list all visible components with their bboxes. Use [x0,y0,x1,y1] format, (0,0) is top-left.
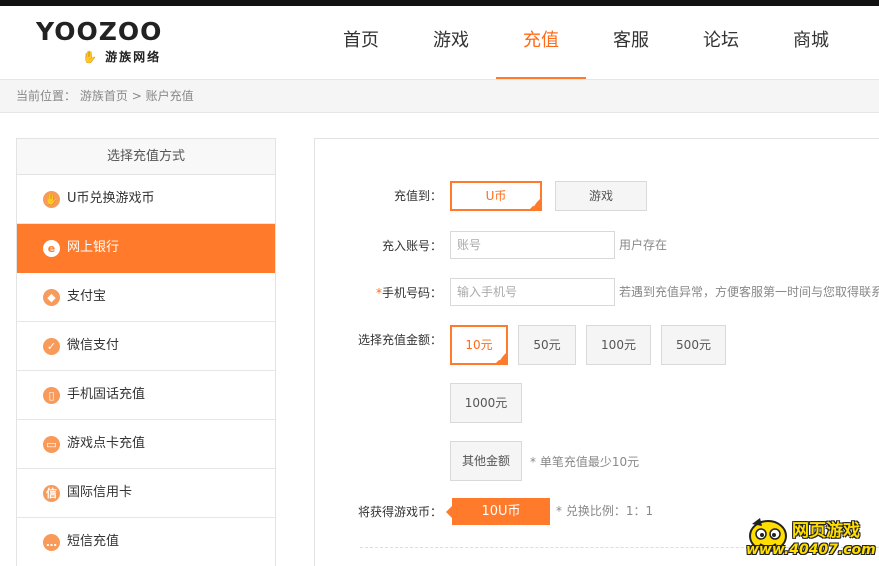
sidebar-item-label: 游戏点卡充值 [67,436,146,451]
account-input[interactable] [450,231,615,259]
card-icon: ▭ [43,436,60,453]
credit-icon: 信 [43,485,60,502]
sidebar-item-label: 网上银行 [67,240,120,255]
target-ucoin-option[interactable]: U币 ✓ [450,181,542,211]
hand-icon: ✋ [43,191,60,208]
sidebar-item-label: 支付宝 [67,289,107,304]
amount-10-option[interactable]: 10元 ✓ [450,325,508,365]
sidebar-item-label: 微信支付 [67,338,120,353]
payment-method-sidebar: 选择充值方式 ✋ U币兑换游戏币 e 网上银行 ◆ 支付宝 ✓ 微信支付 ▯ 手… [16,138,276,566]
sidebar-item-credit-card[interactable]: 信 国际信用卡 [17,469,275,518]
phone-label: *手机号码： [375,286,442,300]
breadcrumb: 当前位置： 游族首页 > 账户充值 [16,89,194,103]
sidebar-item-ucoin-exchange[interactable]: ✋ U币兑换游戏币 [17,175,275,224]
ebank-icon: e [43,240,60,257]
account-label: 充入账号： [381,239,442,253]
yoozoo-logo[interactable]: YOOZOO ✋ 游族网络 [36,17,163,65]
sidebar-item-label: U币兑换游戏币 [67,191,155,206]
breadcrumb-current: 账户充值 [145,89,194,103]
amount-1000-option[interactable]: 1000元 [450,383,522,423]
sidebar-item-label: 国际信用卡 [67,485,133,500]
amount-100-option[interactable]: 100元 [586,325,651,365]
breadcrumb-bar: 当前位置： 游族首页 > 账户充值 [0,79,879,113]
sidebar-item-game-card[interactable]: ▭ 游戏点卡充值 [17,420,275,469]
sidebar-title: 选择充值方式 [17,139,275,175]
shield-icon: ◆ [43,289,60,306]
phone-hint: 若遇到充值异常，方便客服第一时间与您取得联系 [619,285,879,299]
amount-label: 选择充值金额： [357,333,442,347]
receive-value: 10U币 [446,498,550,525]
sidebar-item-online-bank[interactable]: e 网上银行 [17,224,275,273]
sidebar-item-alipay[interactable]: ◆ 支付宝 [17,273,275,322]
breadcrumb-home-link[interactable]: 游族首页 [80,89,128,103]
account-hint: 用户存在 [619,238,668,252]
sidebar-item-sms[interactable]: … 短信充值 [17,518,275,566]
logo-subtitle: ✋ 游族网络 [82,50,162,64]
phone-input[interactable] [450,278,615,306]
chat-icon: ✓ [43,338,60,355]
target-game-option[interactable]: 游戏 [555,181,647,211]
check-icon: ✓ [531,200,539,210]
sidebar-item-label: 手机固话充值 [67,387,146,402]
amount-500-option[interactable]: 500元 [661,325,726,365]
logo-text: YOOZOO [36,17,163,46]
other-amount-option[interactable]: 其他金额 [450,441,522,481]
nav-games[interactable]: 游戏 [406,6,496,79]
nav-recharge[interactable]: 充值 [496,6,586,79]
nav-mall[interactable]: 商城 [766,6,856,79]
sidebar-item-wechat-pay[interactable]: ✓ 微信支付 [17,322,275,371]
sms-icon: … [43,534,60,551]
sidebar-item-label: 短信充值 [67,534,120,549]
hand-logo-icon: ✋ [82,50,99,64]
receive-label: 将获得游戏币： [357,505,442,519]
watermark-title: 网页游戏 [792,521,860,541]
nav-home[interactable]: 首页 [316,6,406,79]
nav-forum[interactable]: 论坛 [676,6,766,79]
min-amount-hint: * 单笔充值最少10元 [530,455,640,469]
watermark: 网页游戏 www.40407.com [744,512,879,566]
phone-icon: ▯ [43,387,60,404]
ratio-hint: * 兑换比例：1：1 [556,504,654,518]
sidebar-item-phone-recharge[interactable]: ▯ 手机固话充值 [17,371,275,420]
target-label: 充值到： [393,189,442,203]
nav-service[interactable]: 客服 [586,6,676,79]
watermark-url: www.40407.com [746,542,876,558]
amount-50-option[interactable]: 50元 [518,325,576,365]
check-icon: ✓ [497,354,505,364]
